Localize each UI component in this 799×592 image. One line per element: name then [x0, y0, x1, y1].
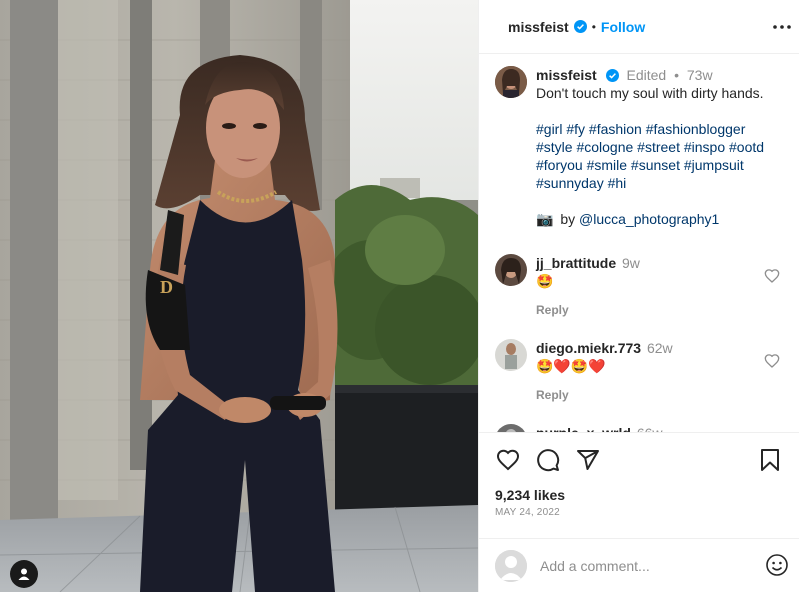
caption-body: missfeist Edited • 73w Don't touch my so…: [536, 66, 783, 228]
post-actions: 9,234 likes MAY 24, 2022: [479, 432, 799, 518]
more-horizontal-icon[interactable]: [771, 16, 793, 38]
comment-item: jj_brattitude 9w 🤩 Reply: [495, 254, 783, 319]
likes-count[interactable]: 9,234 likes: [495, 487, 783, 503]
comment-item: purple_x_wrld 66w: [495, 424, 783, 432]
comment-body: diego.miekr.773 62w 🤩❤️🤩❤️ Reply: [536, 339, 783, 404]
caption-text: Don't touch my soul with dirty hands. #g…: [536, 84, 783, 228]
comment-time: 9w: [622, 255, 640, 271]
hashtags-line[interactable]: #style #cologne #street #inspo #ootd: [536, 138, 783, 156]
post-date: MAY 24, 2022: [495, 507, 560, 518]
add-comment-bar: [479, 538, 799, 592]
comment-like-heart-icon[interactable]: [764, 353, 780, 369]
caption-time: 73w: [686, 67, 713, 83]
comment-body: jj_brattitude 9w 🤩 Reply: [536, 254, 783, 319]
comment-text: 🤩❤️🤩❤️: [536, 358, 606, 374]
user-tag-button[interactable]: [10, 560, 38, 588]
current-user-avatar: [495, 549, 527, 582]
user-tag-icon: [18, 568, 30, 580]
reply-button[interactable]: Reply: [536, 301, 569, 319]
post-header: missfeist • Follow: [479, 0, 799, 54]
follow-button[interactable]: Follow: [601, 19, 645, 35]
caption-line: Don't touch my soul with dirty hands.: [536, 85, 764, 101]
avatar[interactable]: [495, 339, 527, 371]
comment-text: 🤩: [536, 273, 554, 289]
hashtags-line[interactable]: #sunnyday #hi: [536, 174, 783, 192]
avatar[interactable]: [495, 254, 527, 286]
hashtags-line[interactable]: #foryou #smile #sunset #jumpsuit: [536, 156, 783, 174]
post-modal: D missfeist • Follow missfeist Edited • …: [0, 0, 799, 592]
comment-icon[interactable]: [535, 447, 561, 473]
caption-dot: •: [674, 67, 679, 83]
post-sidebar: missfeist • Follow missfeist Edited • 73…: [478, 0, 799, 592]
reply-button[interactable]: Reply: [536, 386, 569, 404]
post-photo[interactable]: D: [0, 0, 478, 592]
comment-time: 62w: [646, 340, 673, 356]
comment-time: 66w: [637, 425, 663, 432]
header-dot: •: [591, 19, 596, 34]
verified-badge-icon: [573, 20, 587, 33]
hashtags-line[interactable]: #girl #fy #fashion #fashionblogger: [536, 120, 783, 138]
avatar[interactable]: [495, 424, 527, 432]
comment-input[interactable]: [540, 557, 765, 574]
credit-handle[interactable]: @lucca_photography1: [579, 211, 719, 227]
svg-text:D: D: [160, 277, 173, 297]
photo-scene: D: [0, 0, 478, 592]
smile-icon[interactable]: [765, 553, 791, 579]
author-username[interactable]: missfeist: [508, 19, 569, 35]
action-bar: [495, 447, 783, 473]
heart-icon[interactable]: [495, 447, 521, 473]
verified-badge-icon: [605, 69, 619, 82]
edited-label: Edited: [626, 67, 667, 83]
bookmark-icon[interactable]: [757, 447, 783, 473]
avatar[interactable]: [495, 66, 527, 98]
camera-emoji: 📷: [536, 211, 554, 227]
share-icon[interactable]: [575, 447, 601, 473]
credit-by: by: [560, 211, 576, 227]
comments-list[interactable]: missfeist Edited • 73w Don't touch my so…: [479, 54, 799, 432]
comment-username[interactable]: purple_x_wrld: [536, 425, 631, 432]
comment-username[interactable]: jj_brattitude: [536, 255, 616, 271]
comment-like-heart-icon[interactable]: [764, 268, 780, 284]
caption-username[interactable]: missfeist: [536, 67, 597, 83]
comment-item: diego.miekr.773 62w 🤩❤️🤩❤️ Reply: [495, 339, 783, 404]
comment-body: purple_x_wrld 66w: [536, 424, 783, 432]
comment-username[interactable]: diego.miekr.773: [536, 340, 641, 356]
photo-credit: 📷 by @lucca_photography1: [536, 210, 783, 228]
caption-item: missfeist Edited • 73w Don't touch my so…: [495, 66, 783, 228]
